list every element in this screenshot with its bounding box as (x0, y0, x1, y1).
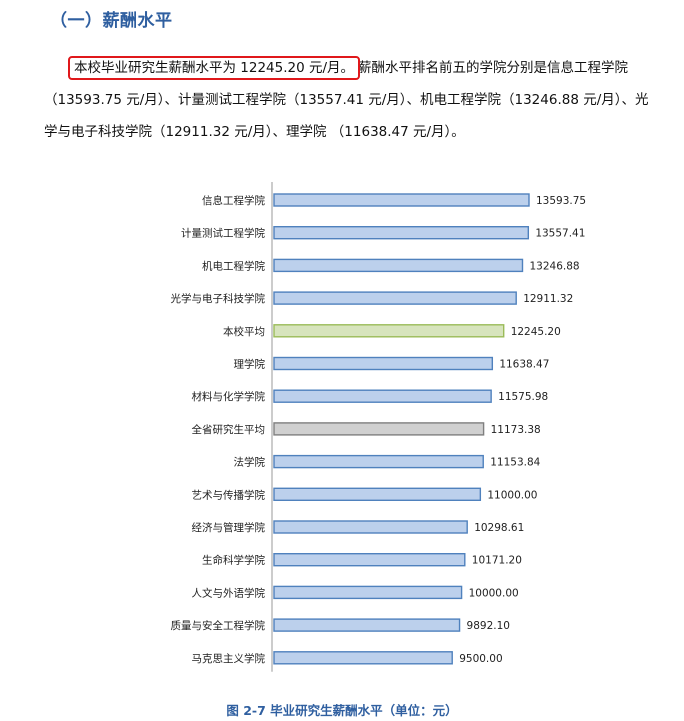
bar (273, 324, 505, 338)
category-label: 信息工程学院 (202, 194, 265, 207)
category-label: 本校平均 (223, 325, 265, 338)
data-label: 11638.47 (499, 359, 549, 371)
bar (273, 389, 492, 403)
bar (273, 291, 517, 305)
data-label: 11153.84 (490, 457, 540, 469)
bar (273, 193, 530, 207)
data-label: 12911.32 (523, 293, 573, 305)
data-label: 9500.00 (459, 653, 502, 665)
category-label: 艺术与传播学院 (192, 488, 266, 501)
category-label: 法学院 (234, 456, 266, 469)
data-label: 13593.75 (536, 195, 586, 207)
category-label: 全省研究生平均 (192, 423, 266, 436)
bar (273, 356, 494, 371)
data-label: 13557.41 (535, 228, 585, 240)
bar (273, 454, 484, 469)
bar (273, 487, 482, 501)
data-label: 12245.20 (511, 326, 561, 338)
data-label: 11000.00 (487, 489, 537, 501)
category-label: 计量测试工程学院 (181, 227, 265, 240)
bar (273, 226, 530, 240)
category-label: 材料与化学学院 (192, 390, 266, 403)
bar (273, 258, 524, 273)
bar (273, 618, 461, 632)
category-label: 光学与电子科技学院 (171, 292, 266, 305)
category-label: 人文与外语学院 (192, 586, 266, 599)
bar (273, 651, 453, 665)
highlighted-sentence: 本校毕业研究生薪酬水平为 12245.20 元/月。 (67, 56, 361, 80)
data-label: 13246.88 (529, 260, 579, 272)
summary-paragraph: 本校毕业研究生薪酬水平为 12245.20 元/月。 薪酬水平排名前五的学院分别是… (44, 52, 656, 148)
data-label: 11575.98 (498, 391, 548, 403)
data-label: 10000.00 (469, 587, 519, 599)
bar (273, 553, 466, 567)
category-label: 经济与管理学院 (192, 521, 266, 534)
category-label: 理学院 (234, 358, 266, 371)
category-label: 质量与安全工程学院 (171, 619, 266, 632)
category-label: 生命科学学院 (202, 554, 265, 567)
category-label: 马克思主义学院 (192, 652, 266, 665)
salary-bar-chart: 信息工程学院 13593.75 计量测试工程学院 13557.41 机电工程学院 1324… (171, 182, 586, 672)
bar (273, 585, 463, 600)
bar (273, 520, 468, 534)
data-label: 11173.38 (491, 424, 541, 436)
data-label: 10171.20 (472, 555, 522, 567)
data-label: 9892.10 (467, 620, 510, 632)
data-label: 10298.61 (474, 522, 524, 534)
section-heading: （一）薪酬水平 (50, 11, 173, 31)
category-label: 机电工程学院 (202, 259, 265, 272)
figure-caption: 图 2-7 毕业研究生薪酬水平（单位：元） (226, 703, 458, 718)
bar (273, 422, 485, 436)
